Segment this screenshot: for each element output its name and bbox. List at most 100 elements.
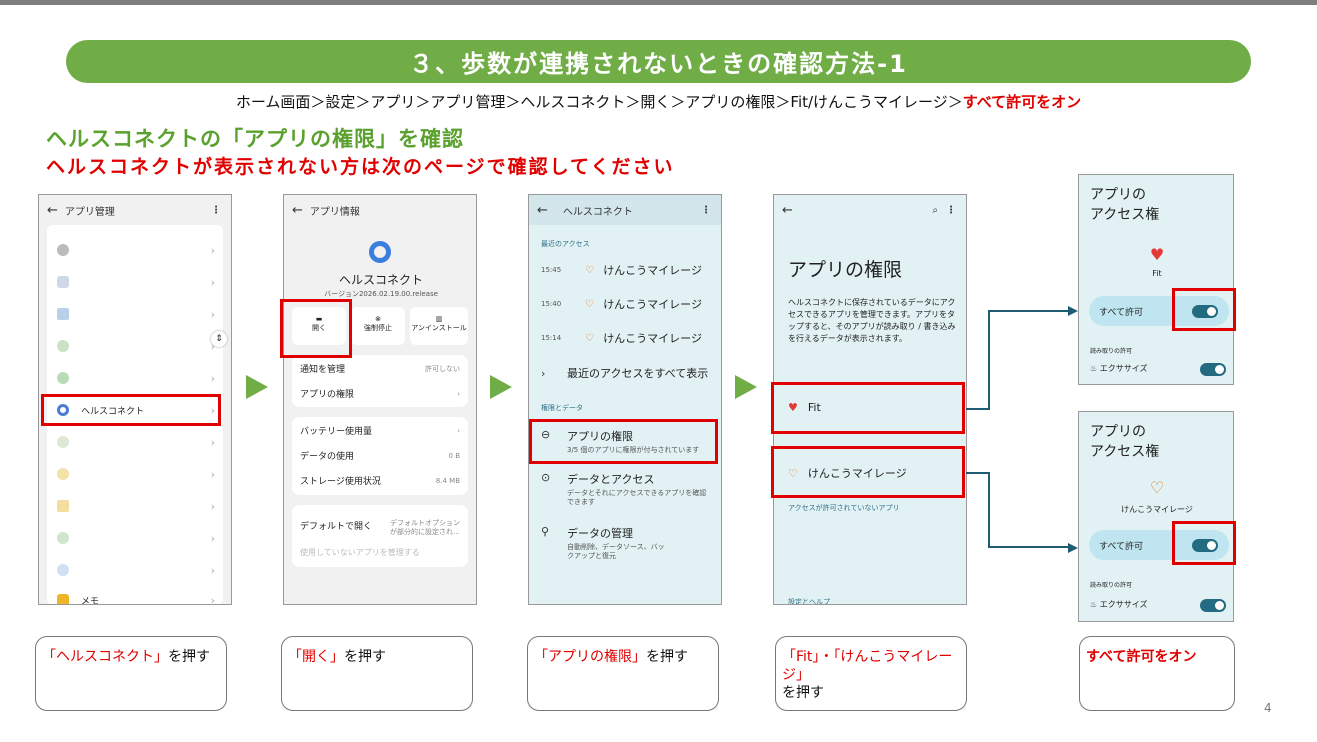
row-label: デフォルトで開く xyxy=(300,522,373,532)
list-item[interactable]: › xyxy=(47,491,223,521)
app-bar: ← ヘルスコネクト ⋮ xyxy=(529,195,721,225)
back-arrow-icon[interactable]: ← xyxy=(292,203,303,218)
allow-all-label: すべて許可 xyxy=(1099,541,1144,552)
heading-green: ヘルスコネクトの「アプリの権限」を確認 xyxy=(46,127,464,151)
list-item[interactable]: › xyxy=(47,427,223,457)
item-sub: データとそれにアクセスできるアプリを確認できます xyxy=(567,489,707,506)
chevron-right-icon: › xyxy=(541,366,546,380)
recent-access-row[interactable]: 15:14 ♡ けんこうマイレージ xyxy=(541,321,711,355)
chevron-right-icon: › xyxy=(210,593,215,605)
more-icon[interactable]: ⋮ xyxy=(701,205,711,216)
show-all-recent[interactable]: › 最近のアクセスをすべて表示 xyxy=(541,365,721,381)
caption-red: 「ヘルスコネクト」 xyxy=(42,649,168,665)
item-sub: 自動削除、データソース、バックアップと復元 xyxy=(567,543,665,560)
app-icon xyxy=(57,244,69,256)
exercise-toggle[interactable] xyxy=(1200,363,1226,376)
item-title: データとアクセス xyxy=(567,473,655,486)
exercise-label: エクササイズ xyxy=(1099,600,1148,609)
recent-access-row[interactable]: 15:45 ♡ けんこうマイレージ xyxy=(541,253,711,287)
caption-step-3: 「アプリの権限」を押す xyxy=(527,636,719,711)
screen-title: アプリの権限 xyxy=(788,259,903,281)
chevron-right-icon: › xyxy=(210,435,215,449)
more-icon[interactable]: ⋮ xyxy=(946,205,956,216)
app-permissions-row[interactable]: アプリの権限 › xyxy=(292,381,468,406)
default-open-row[interactable]: デフォルトで開く デフォルトオプションが部分的に設定され... xyxy=(300,519,460,537)
health-connect-icon xyxy=(369,241,391,263)
recent-access-row[interactable]: 15:40 ♡ けんこうマイレージ xyxy=(541,287,711,321)
header-title: ヘルスコネクト xyxy=(562,206,633,218)
breadcrumb: ホーム画面＞設定＞アプリ＞アプリ管理＞ヘルスコネクト＞開く＞アプリの権限＞Fit… xyxy=(0,91,1317,112)
screen-title: アプリの アクセス権 xyxy=(1090,424,1160,460)
highlight-box xyxy=(771,382,965,434)
back-arrow-icon[interactable]: ← xyxy=(782,203,793,218)
back-arrow-icon[interactable]: ← xyxy=(537,203,548,218)
folder-icon xyxy=(57,308,69,320)
row-label: データの使用 xyxy=(300,452,355,462)
uninstall-button[interactable]: ▥ アンインストール xyxy=(410,307,468,345)
chevron-right-icon: › xyxy=(210,243,215,257)
caption-red: 「開く」 xyxy=(288,649,344,665)
trash-icon: ▥ xyxy=(435,315,443,323)
scroll-handle[interactable]: ⇕ xyxy=(211,331,227,347)
kenkou-app-icon: ♡ xyxy=(585,298,594,310)
data-usage-row[interactable]: データの使用 0 B xyxy=(292,443,468,468)
exercise-row[interactable]: ♨ エクササイズ xyxy=(1090,599,1147,610)
caption-black: を押す xyxy=(344,649,386,665)
list-item[interactable]: › xyxy=(47,267,223,297)
back-arrow-icon[interactable]: ← xyxy=(47,203,58,218)
breadcrumb-path: ホーム画面＞設定＞アプリ＞アプリ管理＞ヘルスコネクト＞開く＞アプリの権限＞Fit… xyxy=(235,93,963,111)
read-section-title: 読み取りの許可 xyxy=(1090,582,1133,589)
caption-step-5: すべて許可をオン xyxy=(1079,636,1235,711)
app-version: バージョン2026.02.19.00.release xyxy=(324,290,438,298)
exercise-toggle[interactable] xyxy=(1200,599,1226,612)
data-management-item[interactable]: ⚲ データの管理 自動削除、データソース、バックアップと復元 xyxy=(541,525,721,561)
list-item[interactable]: › xyxy=(47,523,223,553)
caption-red: 「Fit」・「けんこうマイレージ」 xyxy=(782,649,953,683)
page-title: ３、歩数が連携されないときの確認方法-1 xyxy=(409,50,908,78)
list-item[interactable]: › xyxy=(47,459,223,489)
notifications-row[interactable]: 通知を管理 許可しない xyxy=(292,356,468,381)
list-item[interactable]: › xyxy=(47,363,223,393)
list-item[interactable]: › xyxy=(47,331,223,361)
exercise-row[interactable]: ♨ エクササイズ xyxy=(1090,363,1147,374)
unused-apps-row[interactable]: 使用していないアプリを管理する xyxy=(300,547,460,558)
fit-heart-icon: ♥ xyxy=(1149,245,1165,264)
screenshot-health-connect: ← ヘルスコネクト ⋮ 最近のアクセス 15:45 ♡ けんこうマイレージ 15:4… xyxy=(528,194,722,605)
list-item[interactable]: › xyxy=(47,555,223,585)
highlight-box xyxy=(41,394,221,426)
access-time: 15:14 xyxy=(541,334,562,342)
app-icon xyxy=(57,468,69,480)
app-name: Fit xyxy=(1152,269,1162,278)
top-rule xyxy=(0,0,1317,5)
data-access-item[interactable]: ⊙ データとアクセス データとそれにアクセスできるアプリを確認できます xyxy=(541,471,721,507)
screenshot-app-info: ← アプリ情報 ヘルスコネクト バージョン2026.02.19.00.relea… xyxy=(283,194,477,605)
more-icon[interactable]: ⋮ xyxy=(211,205,221,216)
app-name: ヘルスコネクト xyxy=(338,273,423,287)
chevron-right-icon: › xyxy=(457,389,460,398)
app-label: メモ xyxy=(81,596,100,605)
chevron-right-icon: › xyxy=(210,275,215,289)
force-stop-button[interactable]: ⊗ 強制停止 xyxy=(351,307,405,345)
flame-icon: ♨ xyxy=(1090,364,1098,373)
battery-row[interactable]: バッテリー使用量 › xyxy=(292,418,468,443)
access-app: けんこうマイレージ xyxy=(603,264,702,277)
settings-section: 設定とヘルプ xyxy=(788,598,830,605)
caption-step-4: 「Fit」・「けんこうマイレージ」を押す xyxy=(775,636,967,711)
list-item[interactable]: › xyxy=(47,235,223,265)
row-value: 許可しない xyxy=(425,364,460,373)
caption-step-1: 「ヘルスコネクト」を押す xyxy=(35,636,227,711)
highlight-box xyxy=(771,446,965,498)
chevron-right-icon: › xyxy=(210,563,215,577)
breadcrumb-highlight: すべて許可をオン xyxy=(962,93,1082,111)
list-item[interactable]: メモ › xyxy=(47,585,223,605)
caption-red: すべて許可をオン xyxy=(1086,649,1197,665)
connector-line xyxy=(966,310,990,410)
storage-row[interactable]: ストレージ使用状況 8.4 MB xyxy=(292,468,468,493)
caption-black: を押す xyxy=(782,685,824,701)
chevron-right-icon: › xyxy=(210,499,215,513)
flame-icon: ♨ xyxy=(1090,600,1098,609)
connector-arrowhead xyxy=(1068,306,1078,316)
item-title: データの管理 xyxy=(567,527,633,540)
search-icon[interactable]: ⌕ xyxy=(932,205,938,216)
list-item[interactable]: › xyxy=(47,299,223,329)
